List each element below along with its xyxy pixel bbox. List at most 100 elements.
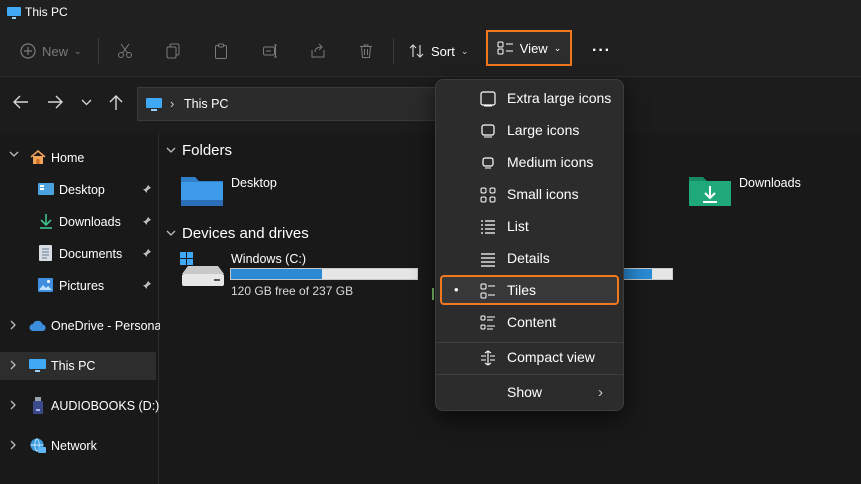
menu-item-extra-large-icons[interactable]: Extra large icons (440, 83, 619, 113)
chevron-down-icon: ⌄ (553, 42, 562, 53)
more-options-button[interactable]: ··· (592, 40, 611, 62)
delete-button[interactable] (358, 40, 374, 62)
devices-group-header[interactable]: Devices and drives (166, 225, 309, 242)
devices-group-title: Devices and drives (182, 225, 309, 242)
folder-tile-label: Desktop (231, 176, 277, 190)
back-button[interactable] (13, 95, 29, 109)
command-bar: New ⌄ Sort ⌄ View ⌄ ··· (0, 26, 861, 77)
selected-indicator: • (454, 282, 459, 297)
sidebar-item-label: Home (51, 151, 85, 165)
chevron-down-icon (9, 151, 19, 158)
drive-usage-bar (622, 268, 673, 280)
chevron-down-icon: ⌄ (460, 45, 469, 56)
sidebar-item-desktop[interactable]: Desktop (0, 176, 156, 204)
view-button[interactable]: View ⌄ (486, 30, 572, 66)
address-row: › This PC (0, 77, 861, 133)
arrow-right-icon (47, 95, 63, 109)
sort-button[interactable]: Sort ⌄ (408, 40, 468, 62)
menu-item-content[interactable]: Content (440, 307, 619, 337)
sidebar-item-home[interactable]: Home (0, 144, 156, 172)
sidebar-item-label: Documents (59, 247, 123, 261)
download-arrow-icon (38, 213, 54, 229)
drive-icon-fragment (432, 288, 434, 300)
menu-item-label: Large icons (507, 122, 580, 138)
large-icons-icon (480, 123, 496, 139)
sidebar-item-documents[interactable]: Documents (0, 240, 156, 268)
picture-icon (38, 278, 53, 292)
document-icon (39, 245, 52, 261)
menu-item-label: Show (507, 384, 543, 400)
up-button[interactable] (109, 95, 123, 111)
forward-button[interactable] (47, 95, 63, 109)
menu-item-large-icons[interactable]: Large icons (440, 115, 619, 145)
view-button-label: View (519, 40, 548, 56)
menu-item-tiles[interactable]: • Tiles (440, 275, 619, 305)
drive-usage-fill (231, 269, 323, 279)
navigation-pane: Home Desktop Downloads Documents Picture… (0, 133, 164, 484)
drive-usage-bar (230, 268, 418, 280)
share-button[interactable] (310, 40, 326, 62)
menu-item-show[interactable]: Show › (440, 377, 619, 407)
drive-tile-windows-c[interactable]: Windows (C:) 120 GB free of 237 GB (180, 250, 430, 300)
menu-item-list[interactable]: List (440, 211, 619, 241)
new-button-label: New (42, 43, 69, 59)
sidebar-item-this-pc[interactable]: This PC (0, 352, 156, 380)
chevron-right-icon (10, 360, 17, 370)
drive-tile-label: Windows (C:) (231, 252, 307, 266)
menu-item-medium-icons[interactable]: Medium icons (440, 147, 619, 177)
folders-group-header[interactable]: Folders (166, 142, 232, 159)
sidebar-item-label: This PC (51, 359, 96, 373)
pin-icon[interactable] (142, 184, 152, 194)
small-icons-icon (480, 187, 496, 203)
rename-icon (262, 43, 278, 59)
copy-button[interactable] (165, 40, 181, 62)
downloads-folder-icon (688, 173, 732, 207)
window-title: This PC (25, 5, 68, 19)
menu-item-small-icons[interactable]: Small icons (440, 179, 619, 209)
compact-view-icon (480, 350, 496, 366)
cloud-icon (29, 320, 47, 332)
address-bar[interactable]: › This PC (137, 87, 437, 121)
recent-locations-button[interactable] (81, 99, 92, 106)
toolbar-divider (98, 38, 99, 64)
view-layout-icon (497, 40, 514, 56)
content-view-icon (480, 315, 496, 331)
menu-item-label: Details (507, 250, 550, 266)
home-icon (30, 150, 46, 165)
sidebar-item-network[interactable]: Network (0, 432, 156, 460)
network-globe-icon (29, 438, 46, 454)
sidebar-item-audiobooks-drive[interactable]: AUDIOBOOKS (D:) (0, 392, 160, 420)
extra-large-icons-icon (480, 91, 496, 107)
pin-icon[interactable] (142, 248, 152, 258)
sidebar-item-label: Downloads (59, 215, 121, 229)
pin-icon[interactable] (142, 216, 152, 226)
copy-icon (165, 43, 181, 59)
cut-button[interactable] (117, 40, 133, 62)
folder-tile-desktop[interactable]: Desktop (180, 173, 400, 213)
new-button[interactable]: New ⌄ (20, 40, 82, 62)
sidebar-item-label: Pictures (59, 279, 105, 293)
paste-button[interactable] (213, 40, 229, 62)
more-dots-icon: ··· (592, 42, 611, 59)
desktop-folder-icon (180, 173, 224, 207)
sidebar-item-onedrive[interactable]: OneDrive - Personal (0, 312, 164, 340)
arrow-up-icon (109, 95, 123, 111)
folder-tile-downloads[interactable]: Downloads (688, 173, 848, 213)
this-pc-icon (146, 97, 162, 112)
sidebar-item-downloads[interactable]: Downloads (0, 208, 156, 236)
sidebar-item-label: AUDIOBOOKS (D:) (51, 399, 160, 413)
arrow-left-icon (13, 95, 29, 109)
breadcrumb-this-pc[interactable]: This PC (184, 97, 228, 111)
details-view-icon (480, 251, 496, 267)
menu-item-compact-view[interactable]: Compact view (440, 342, 619, 372)
menu-item-label: Small icons (507, 186, 579, 202)
rename-button[interactable] (262, 40, 278, 62)
chevron-down-icon: ⌄ (74, 45, 82, 56)
menu-item-label: Extra large icons (507, 90, 612, 106)
menu-item-details[interactable]: Details (440, 243, 619, 273)
chevron-right-icon (10, 320, 17, 330)
pin-icon[interactable] (142, 280, 152, 290)
sidebar-item-pictures[interactable]: Pictures (0, 272, 156, 300)
tiles-view-icon (480, 283, 496, 299)
chevron-down-icon (81, 99, 92, 106)
